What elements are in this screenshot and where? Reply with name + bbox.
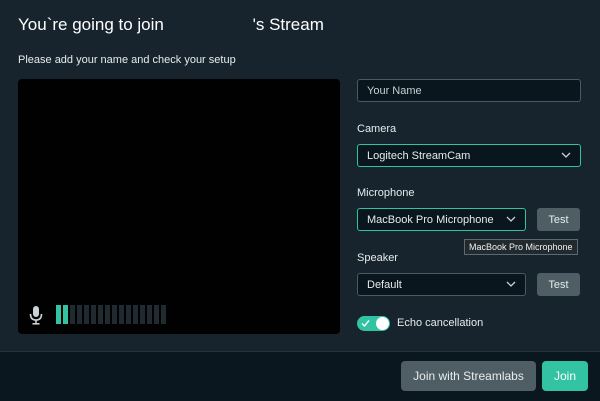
page-title: You`re going to join 's Stream: [18, 15, 324, 35]
meter-bar: [105, 305, 110, 324]
meter-bar: [112, 305, 117, 324]
chevron-down-icon: [506, 216, 516, 222]
meter-bar: [84, 305, 89, 324]
camera-label: Camera: [357, 123, 397, 135]
name-field[interactable]: [357, 79, 581, 102]
test-microphone-button[interactable]: Test: [537, 208, 580, 231]
speaker-selected-value: Default: [367, 278, 402, 291]
join-button[interactable]: Join: [542, 361, 588, 391]
meter-bar: [63, 305, 68, 324]
dialog-footer: Join with Streamlabs Join: [0, 351, 600, 401]
title-suffix: 's Stream: [252, 15, 324, 34]
join-with-streamlabs-button[interactable]: Join with Streamlabs: [401, 361, 536, 391]
mic-level-meter: [56, 305, 166, 324]
chevron-down-icon: [561, 152, 571, 158]
meter-bar: [140, 305, 145, 324]
meter-bar: [147, 305, 152, 324]
microphone-tooltip: MacBook Pro Microphone: [464, 239, 578, 255]
microphone-icon: [29, 306, 43, 325]
microphone-label: Microphone: [357, 187, 415, 199]
toggle-knob: [376, 317, 389, 330]
meter-bar: [70, 305, 75, 324]
test-speaker-button[interactable]: Test: [537, 273, 580, 296]
meter-bar: [126, 305, 131, 324]
meter-bar: [56, 305, 61, 324]
camera-select[interactable]: Logitech StreamCam: [357, 144, 581, 167]
name-input[interactable]: [367, 84, 552, 97]
echo-cancellation-toggle[interactable]: [357, 316, 390, 331]
meter-bar: [77, 305, 82, 324]
join-stream-dialog: You`re going to join 's Stream Please ad…: [0, 0, 600, 401]
microphone-select[interactable]: MacBook Pro Microphone: [357, 208, 526, 231]
meter-bar: [98, 305, 103, 324]
meter-bar: [161, 305, 166, 324]
page-subtitle: Please add your name and check your setu…: [18, 54, 236, 66]
title-prefix: You`re going to join: [18, 15, 164, 34]
check-icon: [361, 320, 370, 328]
redacted-streamer-name: [169, 19, 253, 33]
speaker-select[interactable]: Default: [357, 273, 526, 296]
speaker-label: Speaker: [357, 252, 398, 264]
meter-bar: [119, 305, 124, 324]
camera-selected-value: Logitech StreamCam: [367, 149, 471, 162]
meter-bar: [91, 305, 96, 324]
chevron-down-icon: [506, 281, 516, 287]
meter-bar: [154, 305, 159, 324]
meter-bar: [133, 305, 138, 324]
camera-preview: [18, 79, 340, 334]
microphone-selected-value: MacBook Pro Microphone: [367, 213, 494, 226]
echo-cancellation-label: Echo cancellation: [397, 317, 484, 329]
